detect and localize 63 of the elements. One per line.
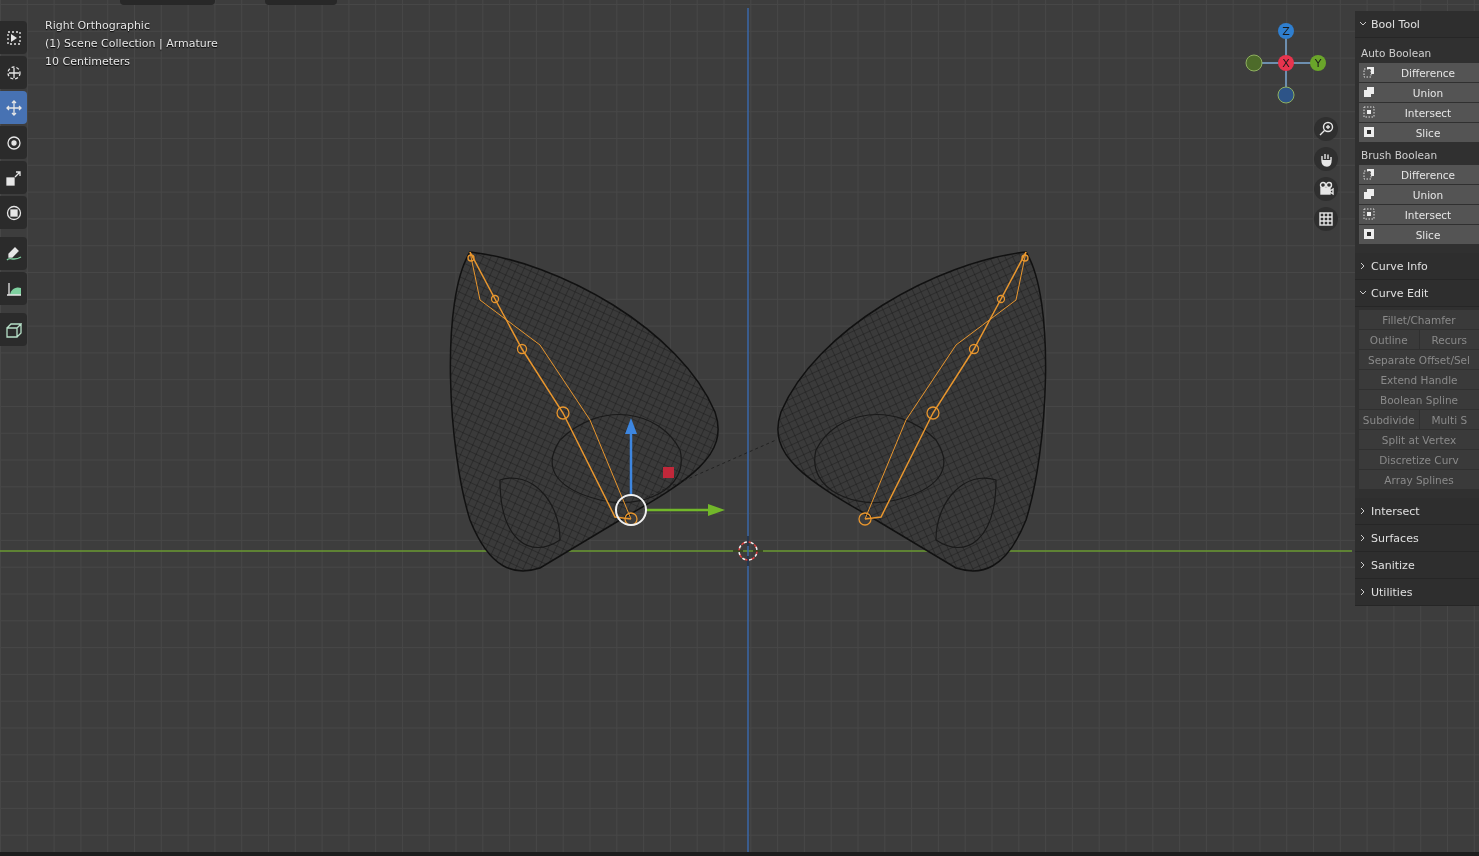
tool-button[interactable] [0, 161, 27, 194]
navigation-button[interactable] [1314, 177, 1338, 201]
navigation-button[interactable] [1314, 117, 1338, 141]
chevron-right-icon [1359, 561, 1367, 569]
panel-header[interactable]: Curve Edit [1355, 280, 1479, 307]
grid-icon [1318, 211, 1334, 227]
boolean-button[interactable]: Slice [1359, 225, 1479, 244]
3d-cursor-icon [732, 535, 764, 567]
zoom-icon [1318, 121, 1334, 137]
tool-button[interactable] [0, 196, 27, 229]
difference-icon [1363, 168, 1375, 180]
intersect-icon [1363, 106, 1375, 118]
boolean-button[interactable]: Difference [1359, 63, 1479, 82]
navigation-button[interactable] [1314, 147, 1338, 171]
viewport-info-text: Right Orthographic [45, 18, 150, 34]
tool-button[interactable] [0, 272, 27, 305]
chevron-right-icon [1359, 262, 1367, 270]
viewport-info-text: (1) Scene Collection | Armature [45, 36, 218, 52]
viewport-info-text: 10 Centimeters [45, 54, 131, 70]
slice-icon [1363, 228, 1375, 240]
chevron-right-icon [1359, 534, 1367, 542]
panel-header[interactable]: Sanitize [1355, 552, 1479, 579]
panel-header[interactable]: Curve Info [1355, 253, 1479, 280]
chevron-right-icon [1359, 588, 1367, 596]
slice-icon [1363, 126, 1375, 138]
navigation-button[interactable] [1314, 207, 1338, 231]
boolean-button[interactable]: Union [1359, 185, 1479, 204]
boolean-button[interactable]: Slice [1359, 123, 1479, 142]
tool-button[interactable] [0, 56, 27, 89]
move-icon [5, 99, 22, 116]
panel-header[interactable]: Surfaces [1355, 525, 1479, 552]
union-icon [1363, 86, 1375, 98]
intersect-icon [1363, 208, 1375, 220]
chevron-right-icon [1359, 507, 1367, 515]
panel-header[interactable]: Utilities [1355, 579, 1479, 606]
boolean-button[interactable]: Intersect [1359, 103, 1479, 122]
group-label: Auto Boolean [1360, 46, 1433, 61]
boolean-button[interactable]: Intersect [1359, 205, 1479, 224]
boolean-button[interactable]: Difference [1359, 165, 1479, 184]
cube-icon [5, 321, 22, 338]
cursor-icon [5, 64, 22, 81]
boolean-button[interactable]: Union [1359, 83, 1479, 102]
chevron-down-icon [1359, 289, 1367, 297]
tool-button[interactable] [0, 126, 27, 159]
pencil-icon [5, 245, 22, 262]
group-label: Brush Boolean [1360, 148, 1439, 163]
tool-button[interactable] [0, 21, 27, 54]
tool-button[interactable] [0, 313, 27, 346]
panel-header[interactable]: Intersect [1355, 498, 1479, 525]
hand-icon [1318, 151, 1334, 167]
select-box-icon [5, 29, 22, 46]
panel-header[interactable]: Bool Tool [1355, 11, 1479, 38]
move-gizmo-drawing[interactable] [615, 418, 725, 526]
camera-icon [1318, 181, 1334, 197]
tool-button[interactable] [0, 237, 27, 270]
difference-icon [1363, 66, 1375, 78]
transform-icon [5, 204, 22, 221]
union-icon [1363, 188, 1375, 200]
chevron-down-icon [1359, 20, 1367, 28]
axis-gizmo[interactable]: Z X Y [1234, 15, 1338, 111]
ruler-icon [5, 280, 22, 297]
scale-icon [5, 169, 22, 186]
rotate-icon [5, 134, 22, 151]
